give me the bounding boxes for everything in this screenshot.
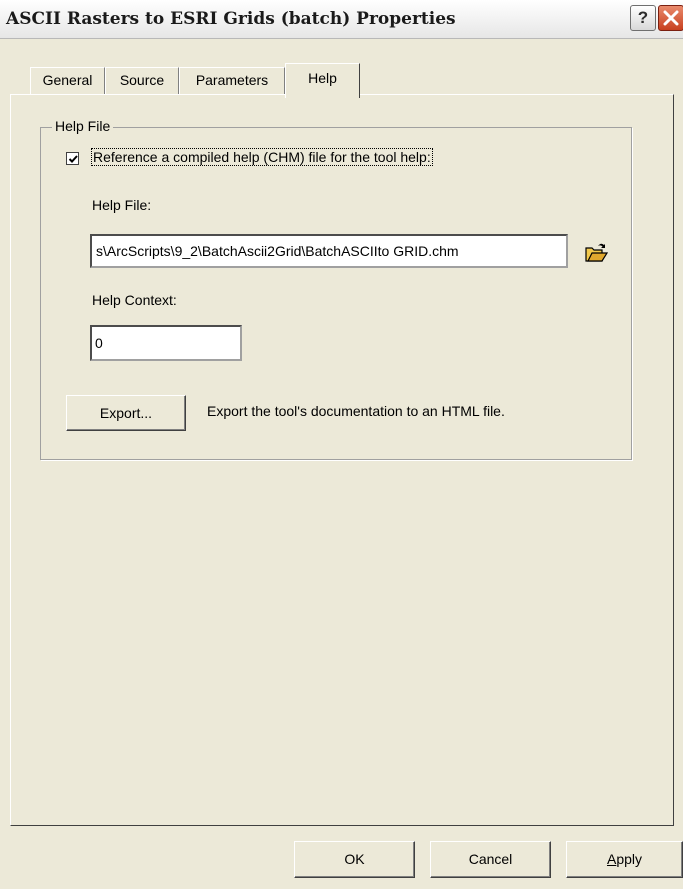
export-button[interactable]: Export... [66,395,186,431]
reference-chm-label[interactable]: Reference a compiled help (CHM) file for… [91,148,433,166]
tab-source[interactable]: Source [105,67,179,94]
groupbox-title: Help File [52,118,114,134]
tab-general[interactable]: General [30,67,105,94]
apply-label-rest: pply [616,851,643,867]
title-bar[interactable]: ASCII Rasters to ESRI Grids (batch) Prop… [0,0,683,39]
help-file-input[interactable]: s\ArcScripts\9_2\BatchAscii2Grid\BatchAS… [90,234,568,268]
ok-button[interactable]: OK [294,841,415,878]
question-icon: ? [637,8,649,27]
apply-mnemonic: A [606,851,617,867]
help-context-label: Help Context: [92,292,177,308]
tab-parameters[interactable]: Parameters [179,67,285,94]
help-button[interactable]: ? [630,5,656,31]
checkmark-icon [68,155,78,163]
apply-button[interactable]: Apply [566,841,683,878]
export-description: Export the tool's documentation to an HT… [207,403,505,419]
open-folder-icon [585,243,609,262]
help-context-input[interactable]: 0 [90,325,242,361]
reference-chm-checkbox[interactable] [66,152,79,165]
cancel-button[interactable]: Cancel [430,841,551,878]
tab-help[interactable]: Help [285,63,360,98]
browse-button[interactable] [580,238,614,268]
window-title: ASCII Rasters to ESRI Grids (batch) Prop… [6,9,456,29]
close-button[interactable] [658,5,683,31]
help-file-label: Help File: [92,197,152,213]
close-icon [663,10,679,26]
